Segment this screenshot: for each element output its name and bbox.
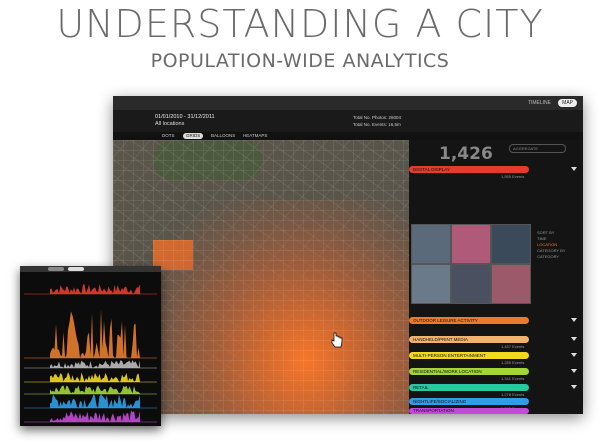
histogram-series bbox=[50, 372, 140, 382]
histogram-series bbox=[50, 385, 140, 394]
total-photos: Total No. Photos: 26004 bbox=[353, 115, 402, 120]
location-filter[interactable]: All locations bbox=[155, 121, 184, 127]
category-row[interactable]: HANDHELD/PRINT MEDIA 1,457 Events bbox=[409, 336, 583, 350]
category-events: 1,278 Events bbox=[501, 392, 525, 397]
category-events: 1,341 Events bbox=[501, 376, 525, 381]
photo-thumbnail[interactable] bbox=[411, 224, 451, 264]
category-row[interactable]: RETAIL 1,278 Events bbox=[409, 384, 583, 398]
events-panel: 1,426 AGGREGATE DIGITAL DISPLAY 1,555 Ev… bbox=[409, 140, 583, 414]
date-range[interactable]: 01/01/2010 - 31/12/2011 bbox=[155, 114, 215, 120]
filter-category[interactable]: CATEGORY bbox=[537, 254, 565, 260]
category-row[interactable]: MULTI-PERSON ENTERTAINMENT 1,285 Events bbox=[409, 352, 583, 366]
sort-filters: SORT BY TIME LOCATION CATEGORY BY CATEGO… bbox=[537, 230, 565, 260]
chevron-down-icon[interactable] bbox=[571, 353, 577, 357]
hand-cursor-icon bbox=[331, 332, 343, 348]
category-pill[interactable]: RESIDENTIAL/WORK LOCATION bbox=[409, 368, 529, 375]
event-count: 1,426 bbox=[439, 144, 493, 164]
timeline-histogram-screen bbox=[20, 266, 161, 426]
map-button[interactable]: MAP bbox=[558, 99, 577, 107]
chevron-down-icon[interactable] bbox=[571, 318, 577, 322]
analytics-screen: TIMELINE MAP 01/01/2010 - 31/12/2011 All… bbox=[113, 96, 583, 414]
photo-thumbnail[interactable] bbox=[411, 264, 451, 304]
category-row[interactable]: TRANSPORTATION bbox=[409, 408, 583, 414]
histogram-series bbox=[50, 309, 140, 358]
page-title: UNDERSTANDING A CITY bbox=[56, 2, 544, 46]
photo-thumbnail[interactable] bbox=[491, 224, 531, 264]
histogram-toggle-button[interactable] bbox=[48, 267, 64, 271]
photo-thumbnail[interactable] bbox=[451, 224, 491, 264]
photo-thumbnail[interactable] bbox=[451, 264, 491, 304]
category-pill[interactable]: RETAIL bbox=[409, 384, 529, 391]
histogram-series bbox=[50, 410, 140, 422]
page-subtitle: POPULATION-WIDE ANALYTICS bbox=[150, 50, 450, 72]
histogram-toggle-button[interactable] bbox=[68, 267, 84, 271]
category-pill[interactable]: MULTI-PERSON ENTERTAINMENT bbox=[409, 352, 529, 359]
category-histograms bbox=[24, 284, 157, 423]
tab-heatmaps[interactable]: HEATMAPS bbox=[240, 133, 270, 139]
tab-grids[interactable]: GRIDS bbox=[183, 133, 204, 139]
top-bar: TIMELINE MAP bbox=[113, 96, 583, 110]
category-row[interactable]: OUTDOOR LEISURE ACTIVITY bbox=[409, 317, 583, 331]
category-pill[interactable]: NIGHTLIFE/SOCIALIZING bbox=[409, 398, 529, 405]
chevron-down-icon[interactable] bbox=[571, 385, 577, 389]
chevron-down-icon[interactable] bbox=[571, 167, 577, 171]
category-row[interactable]: RESIDENTIAL/WORK LOCATION 1,341 Events bbox=[409, 368, 583, 382]
tab-dots[interactable]: DOTS bbox=[159, 133, 178, 139]
tab-balloons[interactable]: BALLOONS bbox=[208, 133, 238, 139]
category-pill[interactable]: TRANSPORTATION bbox=[409, 408, 529, 414]
category-pill[interactable]: DIGITAL DISPLAY bbox=[409, 166, 529, 173]
category-events: 1,555 Events bbox=[501, 174, 525, 179]
category-row[interactable]: DIGITAL DISPLAY 1,555 Events bbox=[409, 166, 583, 180]
histogram-series bbox=[50, 394, 140, 408]
chevron-down-icon[interactable] bbox=[571, 337, 577, 341]
aggregate-field[interactable]: AGGREGATE bbox=[509, 144, 566, 153]
histogram-series bbox=[50, 284, 140, 294]
histogram-series bbox=[50, 360, 140, 368]
photo-thumbnail[interactable] bbox=[491, 264, 531, 304]
category-events: 1,457 Events bbox=[501, 344, 525, 349]
category-events: 1,285 Events bbox=[501, 360, 525, 365]
photo-thumbnails bbox=[411, 224, 531, 310]
chevron-down-icon[interactable] bbox=[571, 369, 577, 373]
total-events: Total No. Events: 16,5m bbox=[353, 122, 401, 127]
category-pill[interactable]: OUTDOOR LEISURE ACTIVITY bbox=[409, 317, 529, 324]
timeline-button[interactable]: TIMELINE bbox=[524, 99, 555, 107]
category-pill[interactable]: HANDHELD/PRINT MEDIA bbox=[409, 336, 529, 343]
view-tabs: DOTS GRIDS BALLOONS HEATMAPS bbox=[113, 132, 583, 140]
